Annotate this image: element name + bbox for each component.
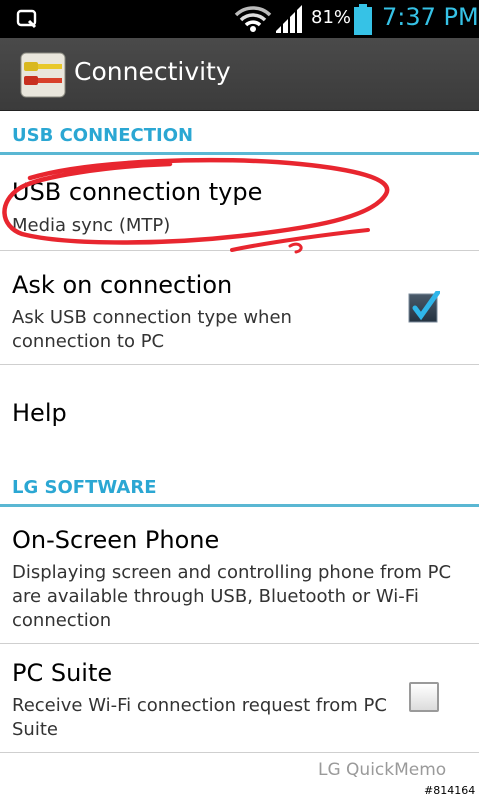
av-cable-icon bbox=[20, 52, 66, 98]
item-title: PC Suite bbox=[12, 659, 113, 687]
item-title: On-Screen Phone bbox=[12, 526, 220, 554]
item-subtitle: Displaying screen and controlling phone … bbox=[12, 562, 452, 631]
section-header-label: USB CONNECTION bbox=[12, 125, 194, 146]
battery-percent: 81% bbox=[311, 7, 352, 28]
quickmemo-watermark: LG QuickMemo bbox=[318, 760, 447, 780]
pc-suite-checkbox[interactable] bbox=[409, 682, 439, 712]
item-subtitle: Receive Wi-Fi connection request from PC… bbox=[12, 695, 387, 740]
battery-icon bbox=[354, 4, 372, 35]
signal-icon bbox=[276, 5, 302, 33]
action-bar: Connectivity bbox=[0, 38, 479, 111]
section-divider bbox=[0, 152, 479, 155]
list-item-ask-on-connection[interactable]: Ask on connection Ask USB connection typ… bbox=[0, 251, 479, 365]
clock: 7:37 PM bbox=[382, 3, 479, 31]
item-title: Help bbox=[12, 399, 67, 427]
section-divider bbox=[0, 504, 479, 507]
list-item-pc-suite[interactable]: PC Suite Receive Wi-Fi connection reques… bbox=[0, 644, 479, 753]
screen-capture-icon bbox=[16, 9, 37, 29]
ask-on-connection-checkbox[interactable] bbox=[408, 291, 440, 323]
wifi-icon bbox=[234, 6, 272, 32]
item-title: Ask on connection bbox=[12, 271, 233, 299]
status-bar: 81% 7:37 PM bbox=[0, 0, 479, 38]
section-header-usb: USB CONNECTION bbox=[0, 111, 479, 155]
list-item-usb-connection-type[interactable]: USB connection type Media sync (MTP) bbox=[0, 158, 479, 251]
list-item-help[interactable]: Help bbox=[0, 365, 479, 463]
memo-id: #814164 bbox=[424, 784, 476, 797]
list-item-on-screen-phone[interactable]: On-Screen Phone Displaying screen and co… bbox=[0, 510, 479, 644]
page-title: Connectivity bbox=[74, 57, 231, 86]
item-title: USB connection type bbox=[12, 178, 263, 206]
section-header-label: LG SOFTWARE bbox=[12, 477, 157, 498]
item-subtitle: Media sync (MTP) bbox=[12, 215, 171, 236]
section-header-lg-software: LG SOFTWARE bbox=[0, 463, 479, 507]
item-subtitle: Ask USB connection type when connection … bbox=[12, 307, 292, 352]
